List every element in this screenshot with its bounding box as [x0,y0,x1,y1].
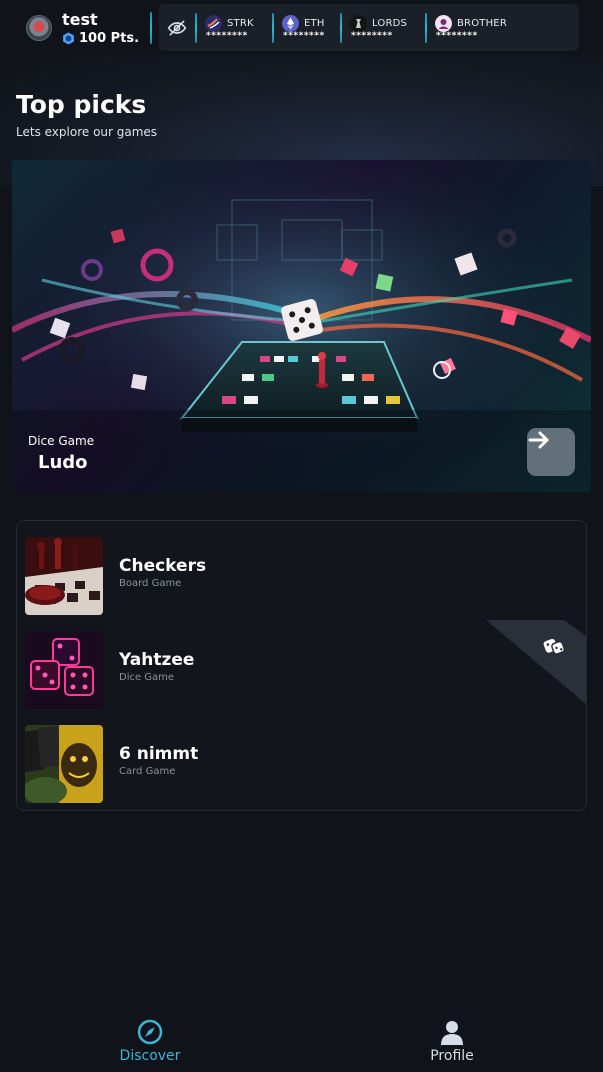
eye-off-icon [167,20,187,36]
token-balances-panel: STRK ******** ETH ******** LORDS *******… [159,4,579,51]
lords-icon [350,14,367,32]
arrow-right-icon [528,431,549,449]
game-name: Yahtzee [119,650,195,670]
featured-game-category: Dice Game [28,434,95,448]
token-amount: ******** [206,30,248,41]
game-thumbnail [25,631,103,709]
nav-discover[interactable]: Discover [90,1008,210,1072]
cards-thumbnail-art [25,725,103,803]
yahtzee-thumbnail-art [25,631,103,709]
token-symbol: LORDS [372,17,408,29]
bottom-navigation: Discover Profile [0,1008,603,1072]
compass-icon [137,1019,163,1045]
nav-profile-label: Profile [430,1048,474,1064]
game-list: Checkers Board Game Yahtzee Dice Game 6 … [16,520,587,811]
game-badge [486,620,586,704]
game-type: Board Game [119,578,182,589]
token-strk: STRK ******** [197,4,272,51]
checkers-thumbnail-art [25,537,103,615]
featured-game-name: Ludo [38,452,88,473]
avatar [26,15,52,41]
featured-game-card[interactable]: Dice Game Ludo [12,160,591,492]
token-symbol: BROTHER [457,17,507,29]
token-lords: LORDS ******** [342,4,425,51]
nav-discover-label: Discover [119,1048,181,1064]
game-thumbnail [25,725,103,803]
brother-icon [435,14,452,32]
section-title: Top picks [16,90,147,119]
user-icon [441,1021,463,1045]
game-type: Dice Game [119,672,175,683]
token-symbol: STRK [227,17,254,29]
token-amount: ******** [436,30,478,41]
divider [150,12,152,44]
token-brother: BROTHER ******** [427,4,527,51]
ethereum-icon [282,14,299,32]
nav-profile[interactable]: Profile [392,1008,512,1072]
token-amount: ******** [351,30,393,41]
list-item[interactable]: Checkers Board Game [25,537,580,615]
username: test [62,9,98,29]
list-item[interactable]: 6 nimmt Card Game [25,725,580,803]
section-subtitle: Lets explore our games [16,125,158,139]
points-hex-icon [63,31,74,45]
starknet-icon [205,14,222,32]
points-balance: 100 Pts. [62,31,139,46]
open-featured-game-button[interactable] [527,428,575,476]
featured-game-artwork [12,160,591,492]
game-thumbnail [25,537,103,615]
game-name: Checkers [119,556,207,576]
points-label: 100 Pts. [79,30,140,46]
game-type: Card Game [119,766,176,777]
user-profile-summary[interactable]: test 100 Pts. [0,0,152,56]
hide-balance-toggle[interactable] [159,4,195,51]
token-amount: ******** [283,30,325,41]
token-eth: ETH ******** [274,4,340,51]
token-symbol: ETH [304,17,325,29]
top-bar: test 100 Pts. STRK ******** ETH ********… [0,0,603,56]
game-name: 6 nimmt [119,744,199,764]
